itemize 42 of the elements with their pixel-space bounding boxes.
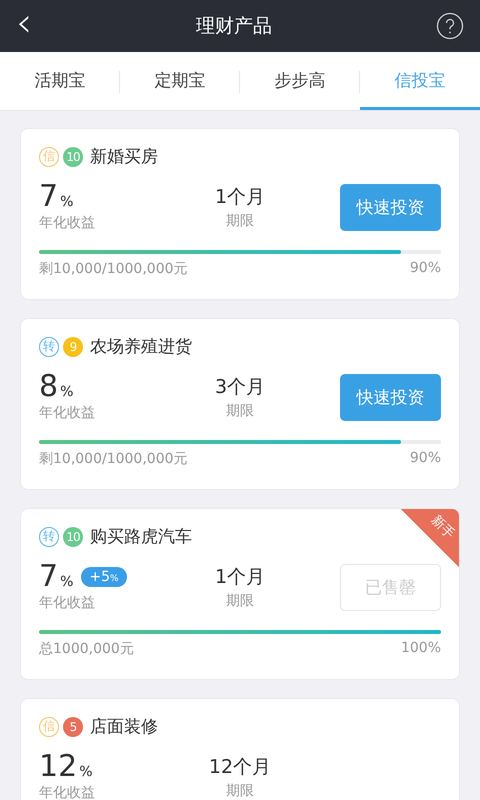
percent-text: 100% xyxy=(400,640,441,658)
amount-text: 剩10,000/1000,000元 xyxy=(39,450,188,468)
term-label: 期限 xyxy=(226,212,254,230)
percent-text: 90% xyxy=(410,260,441,278)
bonus-badge: +5% xyxy=(81,567,127,587)
term-value: 12个月 xyxy=(208,755,272,780)
rank-badge: 5 xyxy=(63,716,83,736)
tab[interactable]: 活期宝 xyxy=(0,52,120,110)
product-name: 店面装修 xyxy=(90,716,158,738)
rate-label: 年化收益 xyxy=(39,784,95,800)
percent-text: 90% xyxy=(410,450,441,468)
type-tag: 转 xyxy=(39,526,59,546)
rank-badge: 10 xyxy=(63,146,83,166)
product-name: 购买路虎汽车 xyxy=(90,526,192,548)
corner-ribbon: 新手 xyxy=(401,509,459,567)
amount-text: 总1000,000元 xyxy=(39,640,134,658)
amount-text: 剩10,000/1000,000元 xyxy=(39,260,188,278)
rate-value: 7% xyxy=(39,182,74,212)
rank-badge: 9 xyxy=(63,336,83,356)
rate-label: 年化收益 xyxy=(39,594,95,612)
rate-value: 7% xyxy=(39,562,74,592)
type-tag: 信 xyxy=(39,146,59,166)
term-label: 期限 xyxy=(226,402,254,420)
rate-value: 12% xyxy=(39,752,92,782)
tab[interactable]: 步步高 xyxy=(240,52,360,110)
term-value: 1个月 xyxy=(214,185,266,210)
back-button[interactable]: ‹ xyxy=(16,3,32,49)
term-value: 3个月 xyxy=(214,375,266,400)
tab[interactable]: 定期宝 xyxy=(120,52,240,110)
rank-badge: 10 xyxy=(63,526,83,546)
help-icon[interactable] xyxy=(436,12,464,40)
product-name: 农场养殖进货 xyxy=(90,336,192,358)
product-name: 新婚买房 xyxy=(90,146,158,168)
term-value: 1个月 xyxy=(214,565,266,590)
term-label: 期限 xyxy=(226,782,254,800)
type-tag: 转 xyxy=(39,336,59,356)
type-tag: 信 xyxy=(39,716,59,736)
rate-label: 年化收益 xyxy=(39,214,95,232)
rate-label: 年化收益 xyxy=(39,404,95,422)
rate-value: 8% xyxy=(39,372,74,402)
page-title: 理财产品 xyxy=(196,14,272,39)
term-label: 期限 xyxy=(226,592,254,610)
